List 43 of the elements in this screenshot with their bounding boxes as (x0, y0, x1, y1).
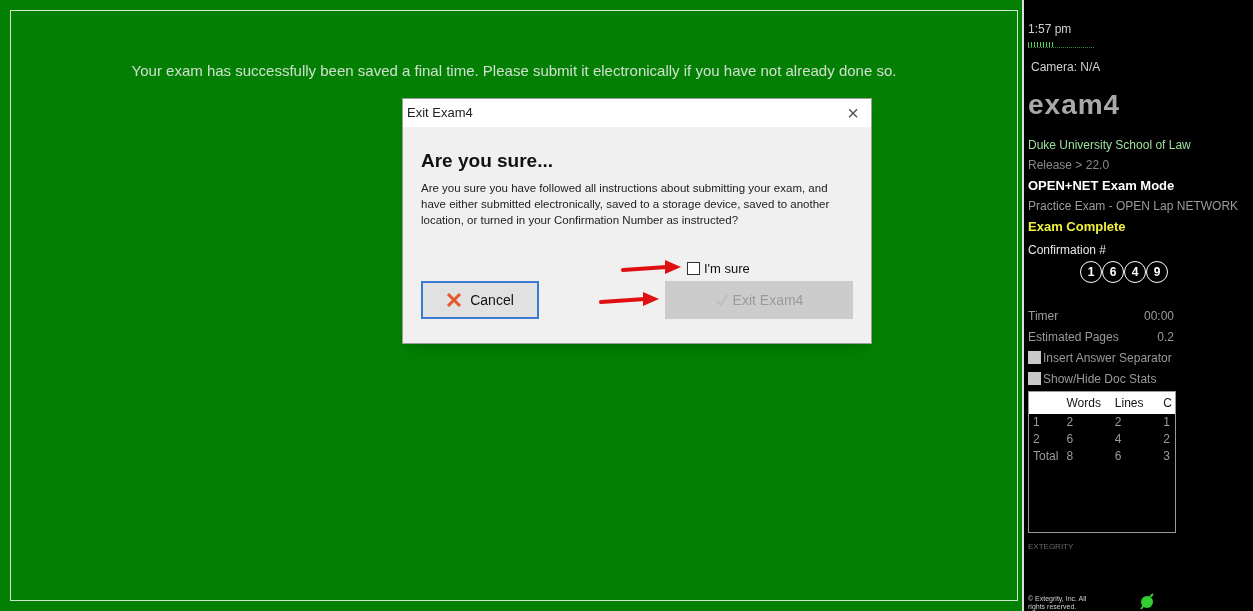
table-cell-text: 2 (1114, 414, 1123, 432)
table-cell-text: 2 (1066, 414, 1075, 432)
option-checkbox[interactable]: Insert Answer Separator (1028, 348, 1174, 367)
column-header: C (1163, 394, 1173, 412)
arrow-drawing (621, 260, 681, 275)
im-sure-checkbox[interactable]: I'm sure (687, 258, 750, 278)
table-cell-text: 1 (1033, 414, 1041, 432)
camera-status: Camera: N/A (1031, 58, 1102, 76)
column-header: Lines (1114, 394, 1145, 412)
school-name: Duke University School of Law (1028, 136, 1192, 154)
close-button[interactable]: × (839, 103, 867, 123)
table-cell-text: 4 (1114, 431, 1123, 449)
close-icon (446, 292, 463, 308)
exam-status: Exam Complete (1028, 218, 1127, 237)
table-cell-text: 6 (1114, 448, 1123, 466)
confirmation-label: Confirmation # (1028, 241, 1108, 259)
battery-meter (1028, 42, 1094, 48)
table-cell-text: 2 (1163, 431, 1171, 449)
column-header: Words (1066, 394, 1102, 412)
table-cell-text: 8 (1066, 448, 1075, 466)
option-checkbox[interactable]: Show/Hide Doc Stats (1028, 369, 1174, 388)
dialog-body: Are you sure you have followed all instructions about submitting your exam, and have either submitted electronically, saved to a storage device, saved to another location, or turned in your Confirmation Number as instructed? (421, 180, 831, 228)
saved-message: Your exam has successfully been saved a final time. Please submit it electronically if you have not already done so. (130, 61, 898, 81)
dialog-heading: Are you sure... (421, 149, 554, 173)
extegrity-brand: EXTEGRITY (1028, 541, 1075, 553)
exam-mode: OPEN+NET Exam Mode (1028, 176, 1176, 195)
stat-value: 00:00 (1143, 307, 1174, 325)
arrow-drawing (599, 292, 659, 306)
plug-icon (1138, 593, 1156, 611)
table-cell-text: 6 (1066, 431, 1075, 449)
release-label: Release > 22.0 (1028, 156, 1111, 174)
cancel-button[interactable]: Cancel (421, 281, 539, 319)
exam-name: Practice Exam - OPEN Lap NETWORK (1028, 198, 1240, 216)
clock-time: 1:57 pm (1028, 21, 1073, 38)
stat-label: Estimated Pages (1028, 328, 1119, 346)
stat-value: 0.2 (1157, 328, 1174, 346)
exam4-logo: exam4 (1028, 87, 1121, 122)
table-cell-text: 3 (1163, 448, 1171, 466)
table-cell-text: Total (1033, 448, 1060, 466)
dialog-title: Exit Exam4 (407, 104, 473, 123)
table-cell-text: 2 (1033, 431, 1041, 449)
table-cell-text: 1 (1163, 414, 1171, 432)
stat-label: Timer (1028, 307, 1059, 325)
